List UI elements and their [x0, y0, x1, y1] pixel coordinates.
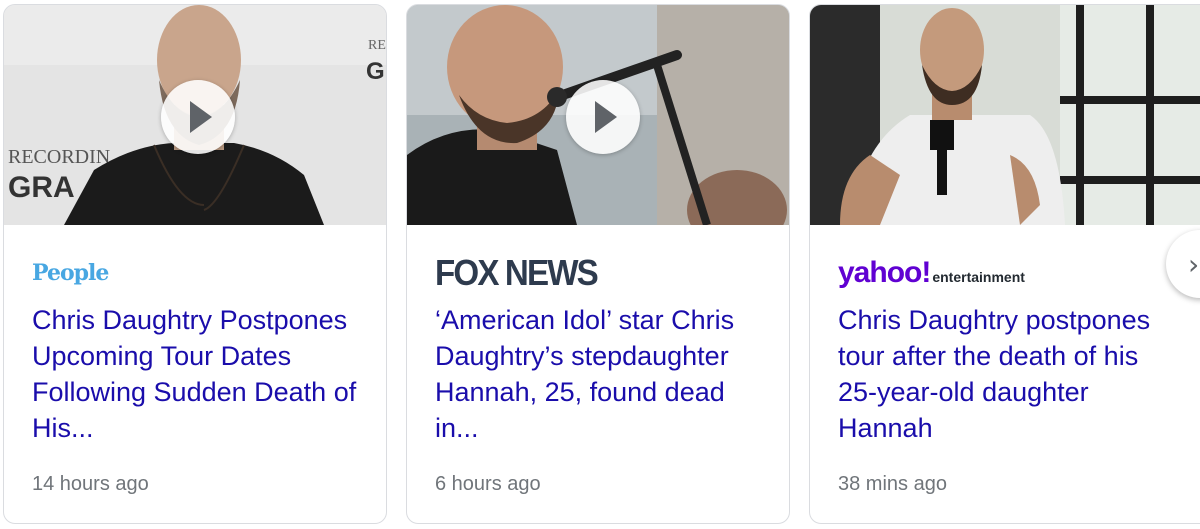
- timestamp: 6 hours ago: [435, 473, 541, 495]
- source-logo-foxnews: FOX NEWS: [435, 252, 611, 293]
- headline-link[interactable]: Chris Daughtry Postpones Upcoming Tour D…: [32, 302, 362, 446]
- news-card-yahoo[interactable]: yahoo! entertainment Chris Daughtry post…: [809, 4, 1200, 524]
- news-carousel: RECORDIN GRA RE GI People Chris Daughtry…: [0, 0, 1200, 529]
- backdrop-text-gi: GI: [366, 58, 386, 85]
- news-card-foxnews[interactable]: FOX NEWS ‘American Idol’ star Chris Daug…: [406, 4, 790, 524]
- chevron-right-icon: ›: [1188, 248, 1200, 281]
- source-logo-people: People: [32, 253, 109, 293]
- video-thumbnail[interactable]: [407, 5, 789, 225]
- source-name: People: [32, 260, 109, 286]
- video-thumbnail[interactable]: RECORDIN GRA RE GI: [4, 5, 386, 225]
- source-name: FOX NEWS: [435, 252, 599, 293]
- headline-link[interactable]: ‘American Idol’ star Chris Daughtry’s st…: [435, 302, 765, 446]
- source-name: yahoo!: [838, 256, 931, 289]
- play-button[interactable]: [566, 80, 640, 154]
- source-logo-yahoo: yahoo! entertainment: [838, 253, 1025, 293]
- play-button[interactable]: [161, 80, 235, 154]
- headline-link[interactable]: Chris Daughtry postpones tour after the …: [838, 302, 1178, 446]
- timestamp: 14 hours ago: [32, 473, 149, 495]
- backdrop-text-recording: RECORDIN: [8, 146, 110, 168]
- thumbnail-image: [810, 5, 1200, 225]
- backdrop-text-grammy: GRA: [8, 171, 75, 204]
- timestamp: 38 mins ago: [838, 473, 947, 495]
- backdrop-text-re: RE: [368, 38, 386, 53]
- article-thumbnail[interactable]: [810, 5, 1200, 225]
- source-subname: entertainment: [932, 269, 1025, 285]
- news-card-people[interactable]: RECORDIN GRA RE GI People Chris Daughtry…: [3, 4, 387, 524]
